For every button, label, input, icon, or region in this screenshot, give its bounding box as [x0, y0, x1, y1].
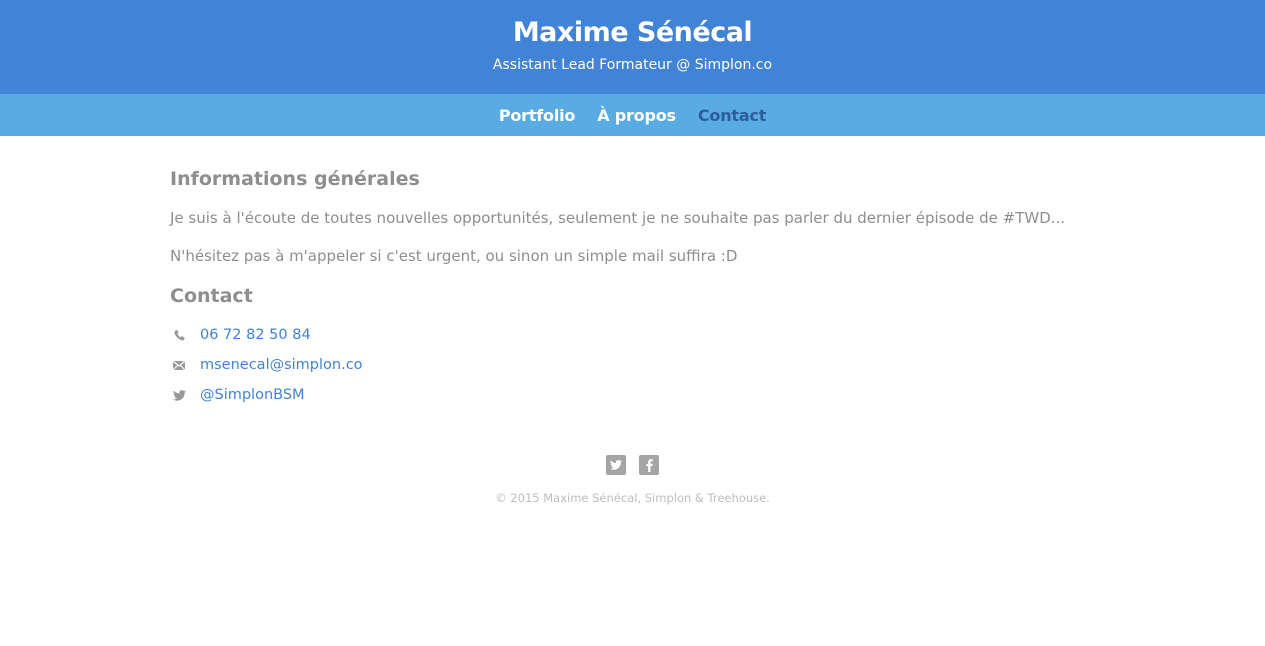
- contact-heading: Contact: [170, 285, 253, 307]
- site-header: Maxime Sénécal Assistant Lead Formateur …: [0, 0, 1265, 94]
- contact-item-twitter: @SimplonBSM: [170, 385, 1095, 405]
- phone-link[interactable]: 06 72 82 50 84: [200, 327, 311, 343]
- site-tagline: Assistant Lead Formateur @ Simplon.co: [492, 57, 773, 73]
- nav-item-contact[interactable]: Contact: [698, 106, 767, 125]
- site-footer: © 2015 Maxime Sénécal, Simplon & Treehou…: [0, 455, 1265, 505]
- mail-icon: [170, 360, 200, 370]
- copyright: © 2015 Maxime Sénécal, Simplon & Treehou…: [495, 491, 770, 505]
- twitter-icon[interactable]: [606, 455, 626, 475]
- social-icons: [0, 455, 1265, 475]
- info-paragraph-2: N'hésitez pas à m'appeler si c'est urgen…: [170, 247, 738, 265]
- twitter-link[interactable]: @SimplonBSM: [200, 387, 305, 403]
- phone-icon: [170, 329, 200, 342]
- contact-item-phone: 06 72 82 50 84: [170, 325, 1095, 345]
- main-content: Informations générales Je suis à l'écout…: [170, 136, 1095, 405]
- contact-list: 06 72 82 50 84 msenecal@simplon.co @Simp…: [170, 325, 1095, 405]
- facebook-icon[interactable]: [639, 455, 659, 475]
- info-heading: Informations générales: [170, 168, 420, 190]
- site-name[interactable]: Maxime Sénécal: [513, 0, 753, 51]
- twitter-icon: [170, 389, 200, 401]
- info-paragraph-1: Je suis à l'écoute de toutes nouvelles o…: [170, 209, 1066, 227]
- main-nav: Portfolio À propos Contact: [0, 94, 1265, 136]
- contact-item-email: msenecal@simplon.co: [170, 355, 1095, 375]
- nav-item-about[interactable]: À propos: [597, 106, 676, 125]
- nav-item-portfolio[interactable]: Portfolio: [499, 106, 576, 125]
- email-link[interactable]: msenecal@simplon.co: [200, 357, 363, 373]
